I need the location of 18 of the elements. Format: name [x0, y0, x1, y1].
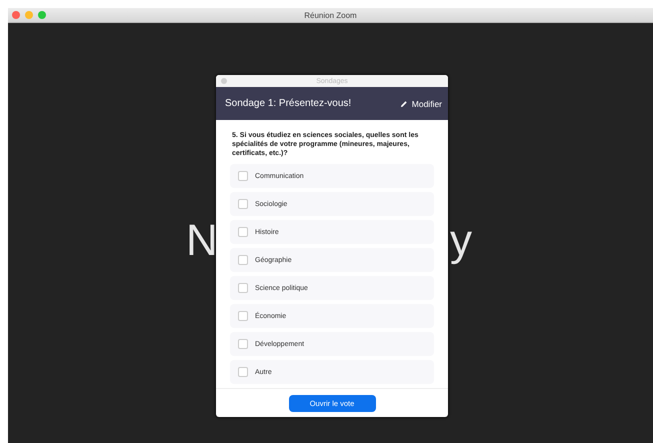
poll-title: Sondage 1: Présentez-vous!: [225, 98, 352, 109]
window-title: Réunion Zoom: [304, 10, 357, 20]
checkbox[interactable]: [238, 227, 248, 238]
checkbox[interactable]: [238, 283, 248, 294]
checkbox[interactable]: [238, 255, 248, 266]
checkbox[interactable]: [238, 199, 248, 210]
checkbox[interactable]: [238, 171, 248, 182]
participant-name: y: [450, 219, 472, 263]
minimize-button[interactable]: [25, 11, 33, 19]
checkbox[interactable]: [238, 311, 248, 322]
checkbox[interactable]: [238, 339, 248, 350]
checkbox[interactable]: [238, 367, 248, 378]
zoom-button[interactable]: [38, 11, 46, 19]
edit-button[interactable]: Modifier: [400, 98, 442, 108]
close-button[interactable]: [12, 11, 20, 19]
pencil-icon: [400, 100, 408, 108]
participant-name: N: [186, 219, 218, 263]
close-button[interactable]: [221, 78, 227, 84]
